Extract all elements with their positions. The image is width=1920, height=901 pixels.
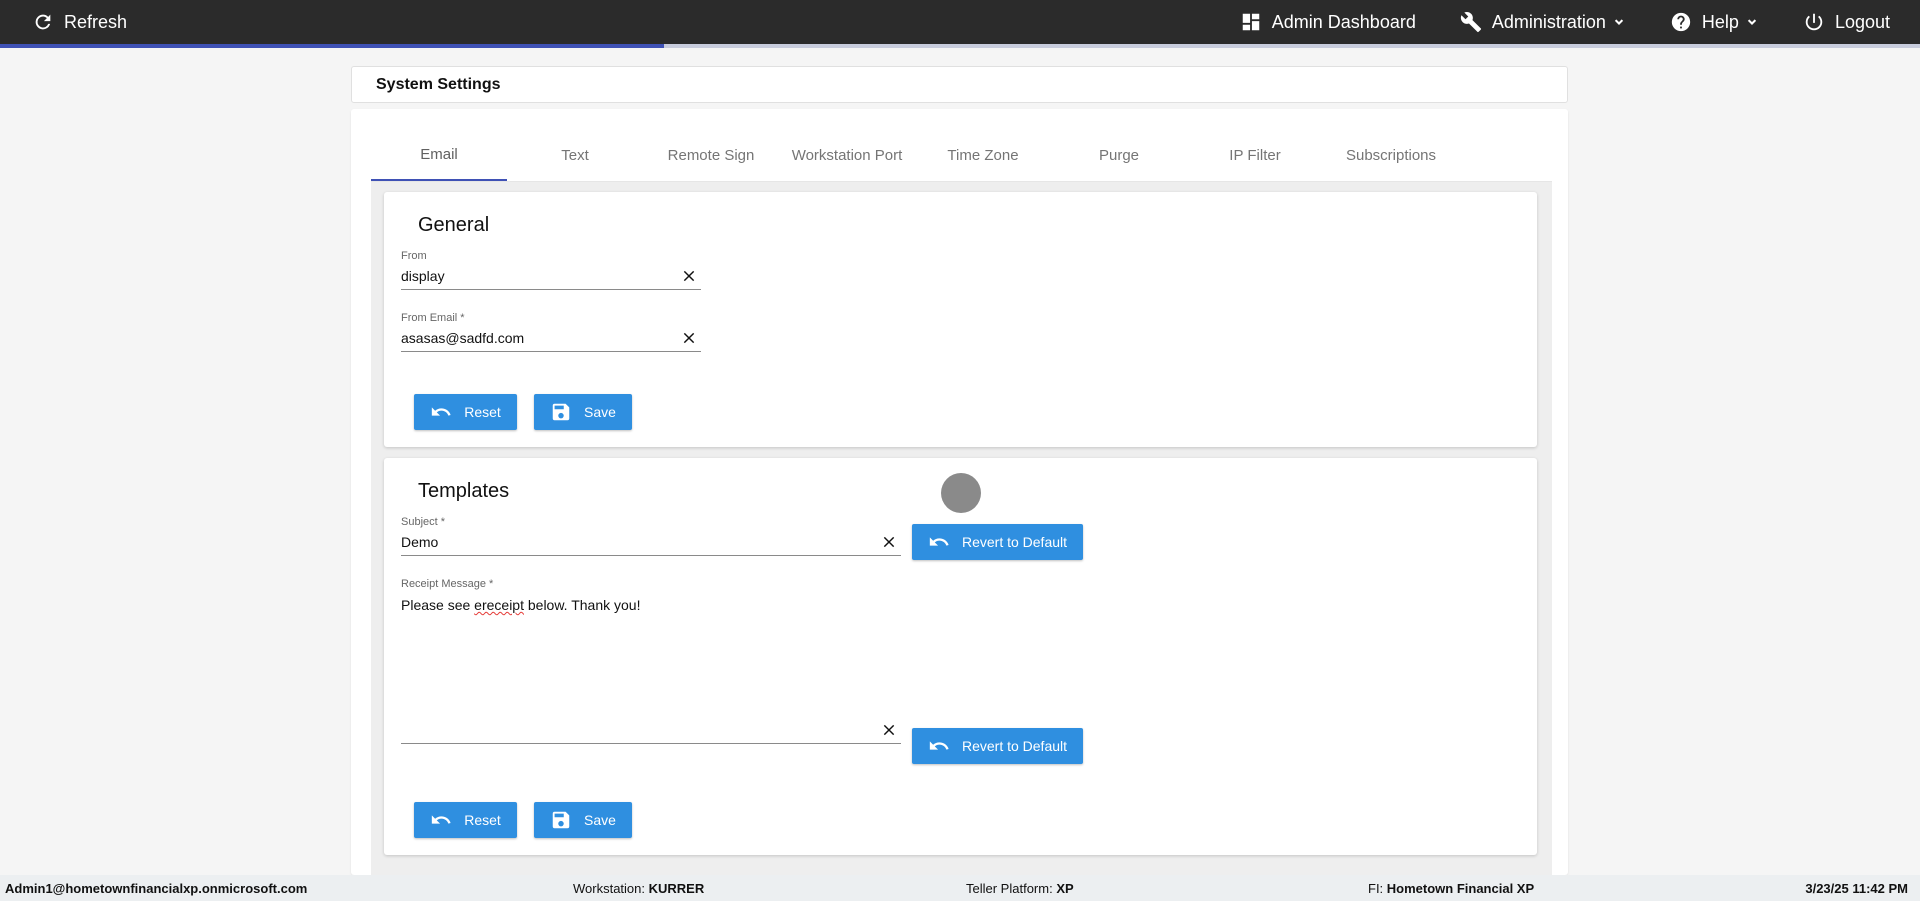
help-menu[interactable]: Help (1654, 0, 1775, 44)
loading-progress-fill (0, 44, 665, 48)
templates-save-label: Save (584, 812, 616, 828)
settings-tabs: Email Text Remote Sign Workstation Port … (371, 129, 1552, 182)
wrench-icon (1460, 12, 1481, 33)
administration-label: Administration (1491, 11, 1606, 32)
administration-menu[interactable]: Administration (1444, 0, 1642, 44)
undo-icon (432, 815, 451, 824)
from-input[interactable]: display (401, 266, 701, 290)
power-icon (1805, 13, 1823, 31)
receipt-text-misspelled: ereceipt (474, 597, 524, 613)
templates-heading: Templates (418, 480, 510, 502)
save-icon (552, 811, 570, 829)
tab-email[interactable]: Email (371, 129, 507, 181)
page-title: System Settings (376, 75, 501, 93)
loading-progress-bar (0, 44, 1920, 48)
admin-dashboard-button[interactable]: Admin Dashboard (1224, 0, 1432, 44)
subject-input[interactable]: Demo (401, 532, 901, 556)
tab-remote-sign[interactable]: Remote Sign (643, 129, 779, 181)
refresh-icon (35, 14, 51, 30)
logout-button[interactable]: Logout (1787, 0, 1906, 44)
from-email-input[interactable]: asasas@sadfd.com (401, 328, 701, 352)
tab-workstation-port[interactable]: Workstation Port (779, 129, 915, 181)
general-save-label: Save (584, 404, 616, 420)
receipt-revert-button[interactable]: Revert to Default (912, 728, 1083, 764)
status-teller-platform: Teller Platform: XP (966, 881, 1074, 896)
busy-indicator (941, 473, 981, 513)
tab-subscriptions[interactable]: Subscriptions (1323, 129, 1459, 181)
tab-purge[interactable]: Purge (1051, 129, 1187, 181)
receipt-text-part2: below. Thank you! (523, 597, 641, 613)
close-icon (883, 536, 895, 548)
subject-label: Subject * (401, 516, 446, 528)
close-icon (683, 332, 695, 344)
chevron-down-icon (1614, 19, 1624, 25)
logout-label: Logout (1834, 11, 1890, 32)
status-bar: Admin1@hometownfinancialxp.onmicrosoft.c… (0, 875, 1920, 901)
close-icon (883, 724, 895, 736)
receipt-message-label: Receipt Message * (401, 578, 494, 590)
subject-revert-label: Revert to Default (961, 534, 1068, 550)
save-icon (552, 403, 570, 421)
dashboard-icon (1242, 13, 1260, 31)
email-tab-content: General From display From Email * asasas… (371, 182, 1552, 875)
general-save-button[interactable]: Save (534, 394, 632, 430)
status-user: Admin1@hometownfinancialxp.onmicrosoft.c… (5, 881, 308, 896)
receipt-revert-label: Revert to Default (961, 738, 1068, 754)
tab-ip-filter[interactable]: IP Filter (1187, 129, 1323, 181)
from-label: From (401, 250, 427, 262)
templates-card: Templates Subject * Demo Revert to Defau… (384, 458, 1537, 855)
receipt-message-field: Receipt Message * (401, 578, 901, 590)
subject-clear-button[interactable] (881, 534, 897, 550)
status-datetime: 3/23/25 11:42 PM (1805, 881, 1908, 896)
templates-reset-label: Reset (464, 812, 501, 828)
tab-time-zone[interactable]: Time Zone (915, 129, 1051, 181)
undo-icon (929, 537, 949, 546)
top-app-bar: Refresh Admin Dashboard Administration H… (0, 0, 1920, 44)
receipt-text-part1: Please see (401, 597, 475, 613)
receipt-body-field (401, 716, 901, 744)
tab-text[interactable]: Text (507, 129, 643, 181)
receipt-body-input[interactable] (401, 720, 901, 744)
general-heading: General (418, 214, 490, 236)
refresh-button[interactable]: Refresh (16, 0, 143, 44)
templates-reset-button[interactable]: Reset (414, 802, 517, 838)
templates-save-button[interactable]: Save (534, 802, 632, 838)
general-reset-label: Reset (464, 404, 501, 420)
undo-icon (432, 407, 451, 416)
receipt-message-textarea[interactable]: Please see ereceipt below. Thank you! (401, 597, 640, 613)
status-workstation: Workstation: KURRER (573, 881, 705, 896)
subject-field: Subject * Demo (401, 516, 901, 556)
general-reset-button[interactable]: Reset (414, 394, 517, 430)
receipt-body-clear-button[interactable] (881, 722, 897, 738)
subject-revert-button[interactable]: Revert to Default (912, 524, 1083, 560)
close-icon (683, 270, 695, 282)
from-email-field: From Email * asasas@sadfd.com (401, 312, 701, 352)
from-field: From display (401, 250, 701, 290)
status-fi: FI: Hometown Financial XP (1368, 881, 1535, 896)
from-email-label: From Email * (401, 312, 465, 324)
help-label: Help (1701, 11, 1739, 32)
general-card: General From display From Email * asasas… (384, 192, 1537, 447)
settings-panel: Email Text Remote Sign Workstation Port … (351, 109, 1568, 875)
from-email-value: asasas@sadfd.com (401, 330, 525, 346)
refresh-label: Refresh (64, 11, 128, 32)
from-value: display (401, 268, 445, 284)
help-icon (1671, 12, 1691, 32)
chevron-down-icon (1747, 19, 1757, 25)
from-clear-button[interactable] (681, 268, 697, 284)
undo-icon (929, 741, 949, 750)
from-email-clear-button[interactable] (681, 330, 697, 346)
page-title-card: System Settings (351, 66, 1568, 103)
subject-value: Demo (401, 534, 439, 550)
admin-dashboard-label: Admin Dashboard (1271, 11, 1416, 32)
